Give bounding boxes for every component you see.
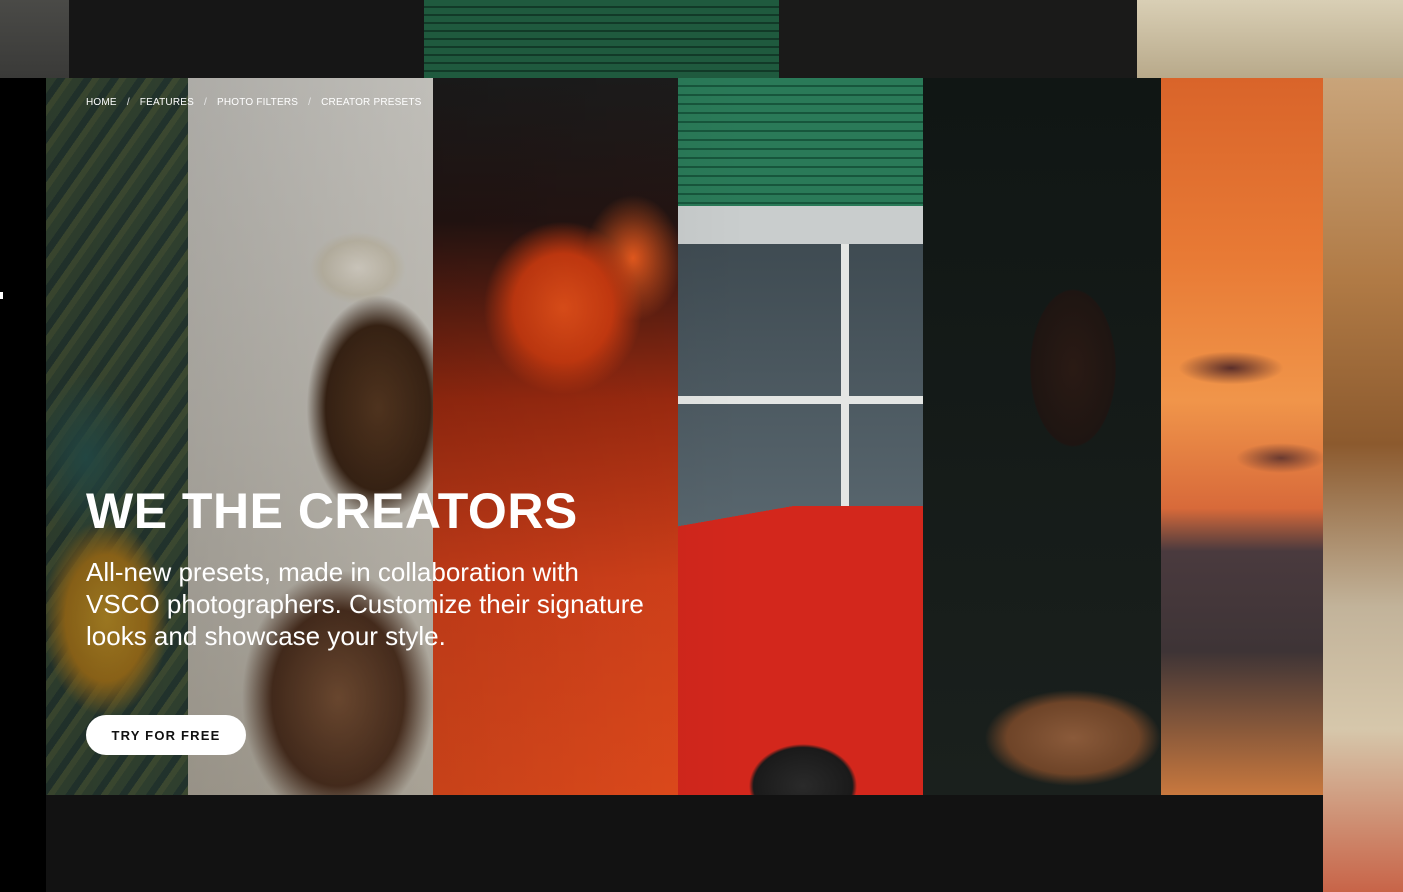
background-photo-strip xyxy=(69,0,424,78)
hero-text-shade xyxy=(46,78,746,795)
breadcrumb-photo-filters[interactable]: PHOTO FILTERS xyxy=(217,97,298,108)
left-edge-marker xyxy=(0,292,3,299)
background-photo-strip xyxy=(0,0,69,78)
breadcrumb-features[interactable]: FEATURES xyxy=(140,97,194,108)
hero-subtitle: All-new presets, made in collaboration w… xyxy=(86,557,644,651)
page-section-below-hero xyxy=(46,795,1323,892)
breadcrumb-home[interactable]: HOME xyxy=(86,97,117,108)
hero-banner: HOME / FEATURES / PHOTO FILTERS / CREATO… xyxy=(46,78,1323,795)
background-photo-strip xyxy=(424,0,779,78)
hero-photo-woman-portrait xyxy=(923,78,1161,795)
breadcrumb-separator: / xyxy=(204,97,207,108)
background-photo-strip xyxy=(779,0,1137,78)
breadcrumb: HOME / FEATURES / PHOTO FILTERS / CREATO… xyxy=(86,97,422,108)
hero-photo-sunset xyxy=(1161,78,1323,795)
window-mullion-vertical xyxy=(841,244,849,544)
breadcrumb-separator: / xyxy=(308,97,312,108)
left-edge-panel xyxy=(0,78,46,892)
background-photo-strip xyxy=(1137,0,1403,78)
hero-title: WE THE CREATORS xyxy=(86,483,578,539)
background-photo-strip-right xyxy=(1323,78,1403,892)
breadcrumb-separator: / xyxy=(126,97,130,108)
try-for-free-button[interactable]: TRY FOR FREE xyxy=(86,715,246,755)
breadcrumb-creator-presets[interactable]: CREATOR PRESETS xyxy=(321,97,421,108)
